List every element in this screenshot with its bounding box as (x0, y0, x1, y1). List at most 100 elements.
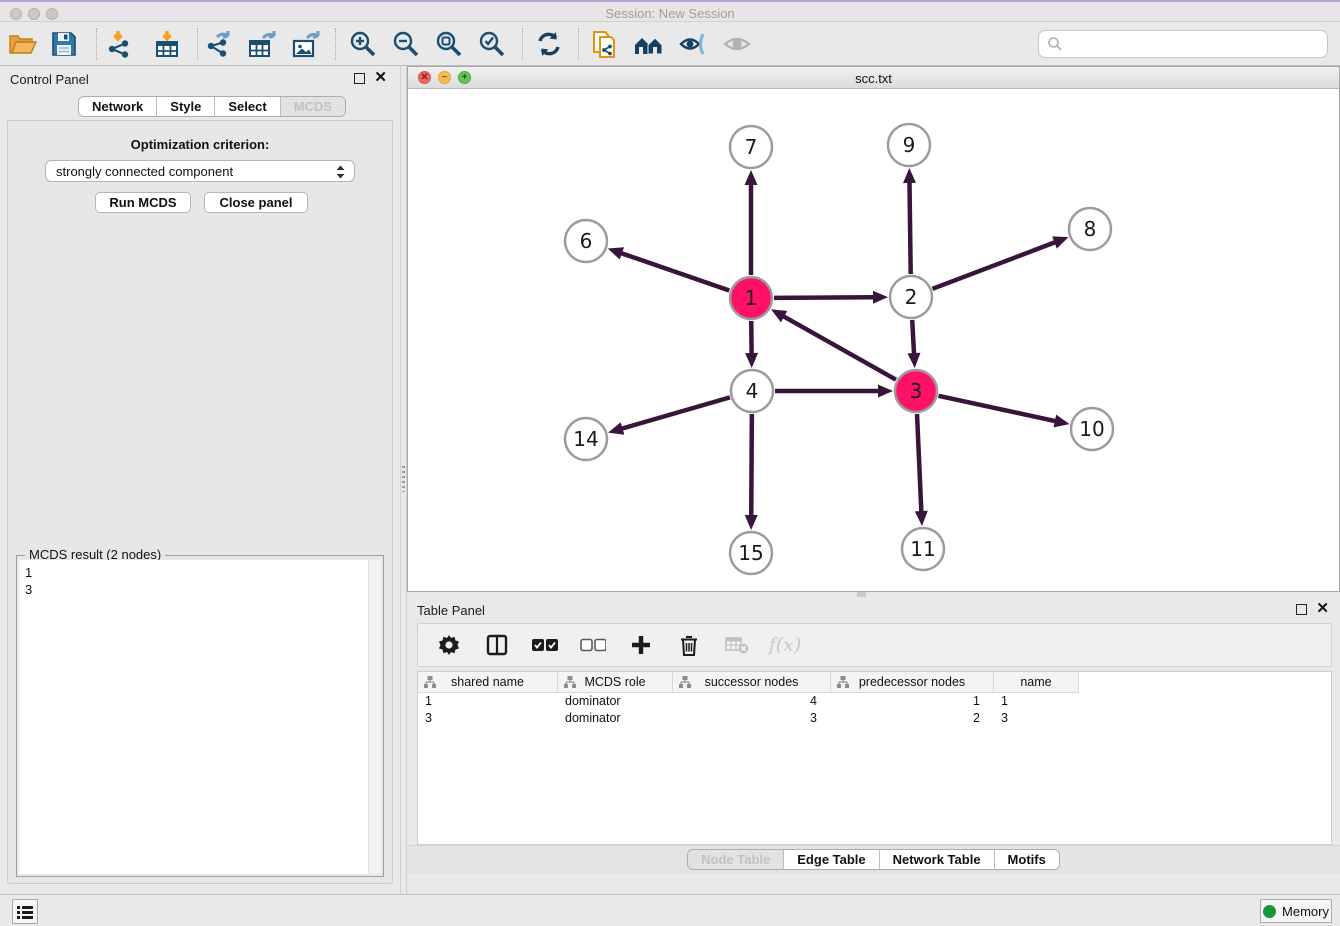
toolbar-separator (197, 28, 198, 60)
control-panel: Control Panel ✕ NetworkStyleSelectMCDS O… (0, 66, 400, 894)
apply-layout-icon[interactable] (532, 29, 566, 59)
tab-select[interactable]: Select (215, 97, 280, 116)
toolbar-separator (96, 28, 97, 60)
column-type-icon (837, 676, 849, 688)
show-columns-icon[interactable] (484, 632, 510, 658)
graph-edge-1-2[interactable] (774, 297, 875, 298)
application-window: Session: New Session (0, 0, 1340, 926)
cell-successor-nodes[interactable]: 4 (673, 694, 831, 711)
unselect-all-columns-icon[interactable] (580, 632, 606, 658)
column-header-successor-nodes[interactable]: successor nodes (673, 672, 831, 692)
main-title-bar: Session: New Session (0, 0, 1340, 22)
column-type-icon (564, 676, 576, 688)
table-row[interactable]: 1dominator411 (418, 694, 1079, 711)
graph-edge-2-3[interactable] (912, 320, 914, 355)
network-graph-canvas[interactable]: 7968124314101511 (408, 89, 1339, 591)
column-header-shared-name[interactable]: shared name (418, 672, 558, 692)
table-panel: Table Panel ✕ (407, 597, 1340, 890)
control-tabs: NetworkStyleSelectMCDS (78, 96, 346, 117)
result-scrollbar[interactable] (368, 560, 381, 874)
run-mcds-button[interactable]: Run MCDS (95, 192, 191, 213)
graph-edge-3-11[interactable] (917, 414, 921, 513)
mcds-result-group: MCDS result (2 nodes) 13 (16, 555, 384, 877)
column-header-predecessor-nodes[interactable]: predecessor nodes (831, 672, 994, 692)
optimization-criterion-select[interactable]: strongly connected component (45, 160, 355, 182)
cell-predecessor-nodes[interactable]: 2 (831, 711, 994, 728)
zoom-selected-icon[interactable] (475, 29, 509, 59)
table-panel-title: Table Panel (417, 603, 485, 618)
cell-predecessor-nodes[interactable]: 1 (831, 694, 994, 711)
hide-selected-icon[interactable] (676, 29, 710, 59)
search-input[interactable] (1038, 30, 1328, 58)
toolbar-separator (578, 28, 579, 60)
table-panel-header: Table Panel ✕ (407, 597, 1340, 623)
tab-style[interactable]: Style (157, 97, 215, 116)
cell-successor-nodes[interactable]: 3 (673, 711, 831, 728)
mcds-result-list[interactable]: 13 (19, 560, 381, 874)
task-history-button[interactable] (12, 899, 38, 924)
export-table-icon[interactable] (245, 29, 279, 59)
edge-arrowhead-icon (1052, 236, 1068, 248)
memory-status-icon (1263, 905, 1276, 918)
clone-network-icon[interactable] (588, 29, 622, 59)
tab-mcds[interactable]: MCDS (281, 97, 345, 116)
first-neighbors-icon[interactable] (632, 29, 666, 59)
network-view-window: ✕ − + scc.txt 7968124314101511 (407, 66, 1340, 592)
float-panel-icon[interactable] (354, 73, 365, 84)
save-session-icon[interactable] (47, 29, 81, 59)
tab-network-table[interactable]: Network Table (880, 850, 995, 869)
zoom-out-icon[interactable] (389, 29, 423, 59)
graph-edge-4-14[interactable] (621, 397, 730, 429)
column-type-icon (424, 676, 436, 688)
delete-column-icon[interactable] (676, 632, 702, 658)
tab-node-table[interactable]: Node Table (688, 850, 784, 869)
graph-edge-2-8[interactable] (933, 242, 1057, 289)
cell-MCDS-role[interactable]: dominator (558, 694, 673, 711)
tab-network[interactable]: Network (79, 97, 157, 116)
cell-shared-name[interactable]: 1 (418, 694, 558, 711)
import-network-icon[interactable] (102, 29, 136, 59)
add-column-icon[interactable] (628, 632, 654, 658)
float-table-panel-icon[interactable] (1296, 604, 1307, 615)
close-table-panel-icon[interactable]: ✕ (1316, 600, 1329, 618)
memory-label: Memory (1282, 904, 1329, 919)
mcds-result-line: 1 (25, 564, 375, 581)
network-window-titlebar[interactable]: ✕ − + scc.txt (408, 67, 1339, 89)
column-header-name[interactable]: name (994, 672, 1079, 692)
graph-edge-3-1[interactable] (782, 316, 896, 380)
vertical-splitter[interactable] (400, 66, 407, 894)
import-table-icon[interactable] (150, 29, 184, 59)
graph-edge-3-10[interactable] (938, 396, 1056, 422)
graph-edge-4-15[interactable] (751, 414, 752, 517)
mcds-panel: Optimization criterion: strongly connect… (7, 120, 393, 884)
edge-arrowhead-icon (915, 511, 928, 526)
tab-motifs[interactable]: Motifs (995, 850, 1059, 869)
cell-name[interactable]: 1 (994, 694, 1079, 711)
cell-MCDS-role[interactable]: dominator (558, 711, 673, 728)
graph-node-label: 3 (910, 379, 923, 403)
table-toolbar: f(x) (417, 623, 1332, 667)
cell-shared-name[interactable]: 3 (418, 711, 558, 728)
close-panel-button[interactable]: Close panel (204, 192, 308, 213)
column-header-MCDS-role[interactable]: MCDS role (558, 672, 673, 692)
tab-edge-table[interactable]: Edge Table (784, 850, 879, 869)
zoom-fit-icon[interactable] (432, 29, 466, 59)
select-stepper-icon (335, 164, 346, 180)
close-panel-icon[interactable]: ✕ (374, 69, 387, 87)
graph-node-label: 11 (910, 537, 935, 561)
zoom-in-icon[interactable] (346, 29, 380, 59)
table-row[interactable]: 3dominator323 (418, 711, 1079, 728)
open-file-icon[interactable] (6, 29, 40, 59)
cell-name[interactable]: 3 (994, 711, 1079, 728)
table-settings-gear-icon[interactable] (436, 632, 462, 658)
edge-arrowhead-icon (903, 168, 916, 183)
graph-node-label: 10 (1079, 417, 1104, 441)
graph-edge-1-6[interactable] (620, 253, 729, 291)
export-image-icon[interactable] (289, 29, 323, 59)
memory-button[interactable]: Memory (1260, 899, 1332, 923)
node-table: shared nameMCDS rolesuccessor nodesprede… (417, 671, 1332, 845)
status-bar: Memory (0, 894, 1340, 926)
select-all-columns-icon[interactable] (532, 632, 558, 658)
graph-edge-2-9[interactable] (909, 181, 910, 274)
export-network-icon[interactable] (202, 29, 236, 59)
